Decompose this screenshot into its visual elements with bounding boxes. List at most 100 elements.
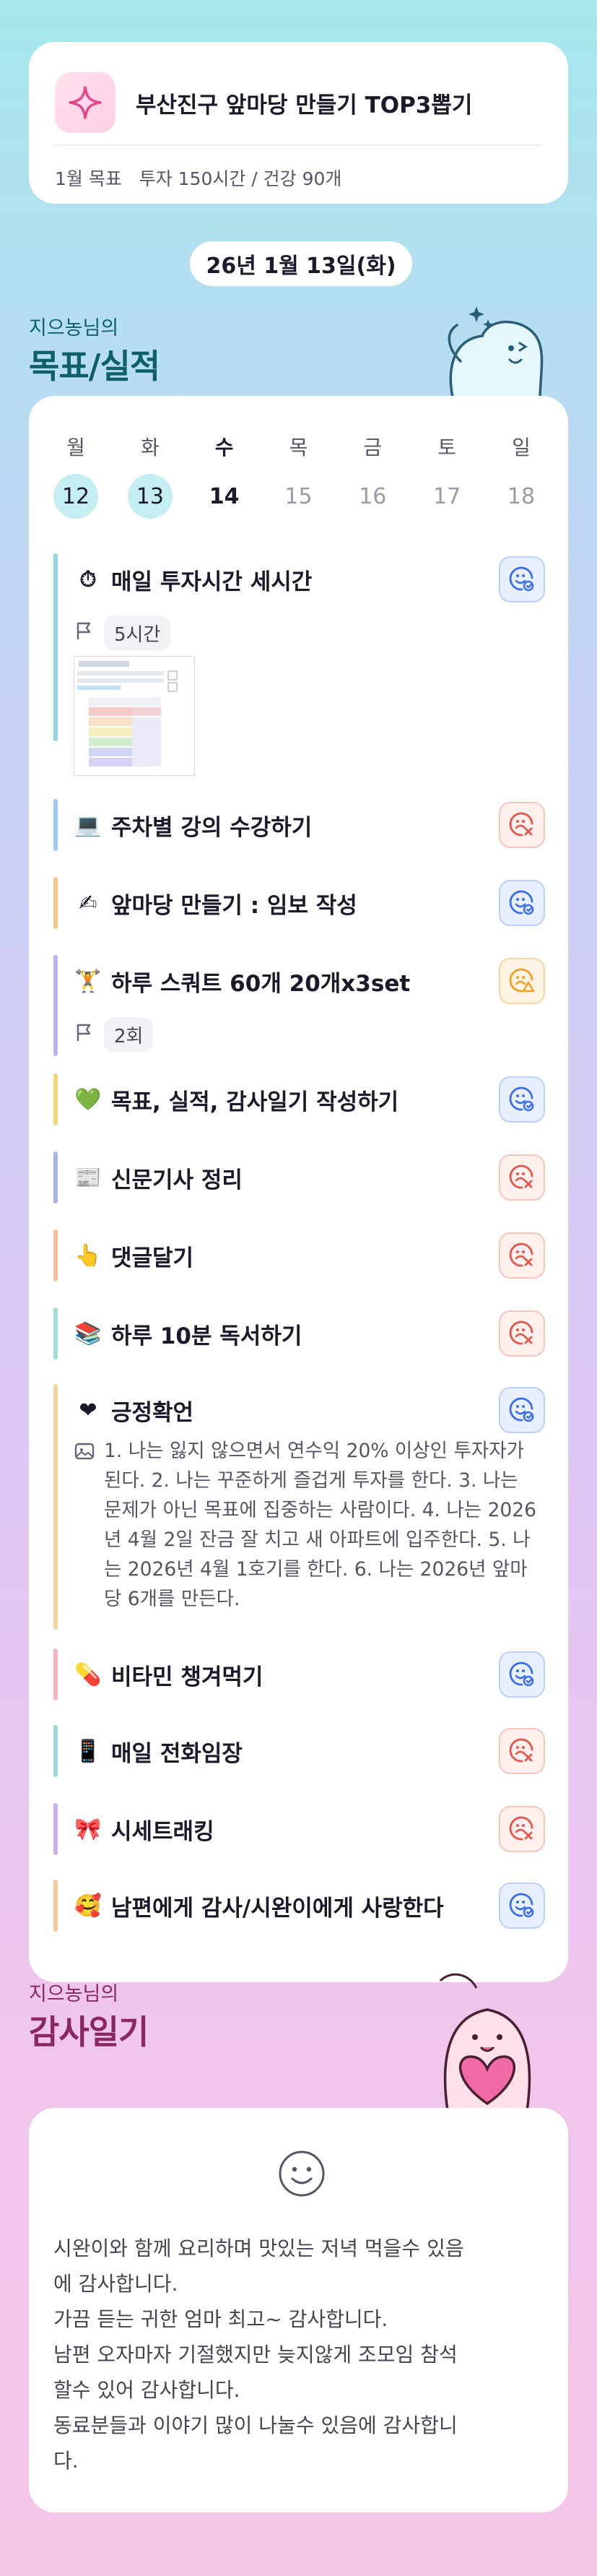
section-title: 감사일기: [29, 2013, 149, 2052]
task-title-text: 목표, 실적, 감사일기 작성하기: [111, 1089, 399, 1115]
task-color-bar: [53, 1725, 58, 1777]
task-title-text: 주차별 강의 수강하기: [111, 815, 313, 841]
attached-image-thumbnail[interactable]: [74, 656, 195, 776]
task-item[interactable]: 👆 댓글달기: [53, 1229, 546, 1281]
task-title-text: 매일 전화임장: [111, 1741, 243, 1767]
task-item[interactable]: 🎀 시세트래킹: [53, 1803, 546, 1855]
task-emoji-icon: ❤: [79, 1398, 97, 1423]
day-name: 금: [363, 436, 383, 459]
task-item[interactable]: 🏋 하루 스쿼트 60개 20개x3set 2회: [53, 955, 546, 1056]
status-complete-icon[interactable]: [499, 880, 545, 926]
week-day[interactable]: 목 15: [273, 432, 323, 519]
task-emoji-icon: 📱: [74, 1739, 102, 1764]
thanks-line: 시완이와 함께 요리하며 맛있는 저녁 먹을수 있음: [53, 2236, 464, 2260]
task-item[interactable]: 💊 비타민 챙겨먹기: [53, 1648, 546, 1700]
task-title-text: 하루 스쿼트 60개 20개x3set: [111, 971, 411, 997]
task-emoji-icon: 🥰: [74, 1893, 102, 1919]
status-partial-icon[interactable]: [499, 958, 545, 1004]
day-date: 14: [209, 483, 240, 509]
flag-icon: [74, 620, 95, 647]
task-title-text: 하루 10분 독서하기: [111, 1323, 302, 1349]
status-failed-icon[interactable]: [499, 1728, 545, 1774]
task-title: ❤ 긍정확언: [74, 1394, 193, 1427]
task-color-bar: [53, 799, 58, 851]
sparkle-icon: [55, 72, 116, 133]
task-color-bar: [53, 1308, 58, 1360]
thanks-line: 남편 오자마자 기절했지만 늦지않게 조모임 참석: [53, 2343, 458, 2367]
task-item[interactable]: 📰 신문기사 정리: [53, 1151, 546, 1203]
status-complete-icon[interactable]: [499, 1883, 545, 1929]
task-emoji-icon: 📚: [74, 1321, 102, 1347]
task-memo: 1. 나는 잃지 않으면서 연수익 20% 이상인 투자자가 된다. 2. 나는…: [74, 1436, 539, 1614]
task-emoji-icon: 🎀: [74, 1817, 102, 1842]
task-title-text: 비타민 챙겨먹기: [111, 1664, 263, 1690]
thanks-line: 다.: [53, 2449, 79, 2473]
task-title: 💻 주차별 강의 수강하기: [74, 809, 312, 842]
task-title: 💊 비타민 챙겨먹기: [74, 1659, 263, 1691]
status-failed-icon[interactable]: [499, 1154, 545, 1201]
task-record: 5시간: [74, 615, 171, 651]
thanks-line: 동료분들과 이야기 많이 나눌수 있음에 감사합니: [53, 2413, 458, 2437]
task-item[interactable]: 📱 매일 전화임장: [53, 1725, 546, 1777]
task-title-text: 긍정확언: [111, 1400, 194, 1426]
task-title: ✍ 앞마당 만들기 : 임보 작성: [74, 887, 357, 920]
task-color-bar: [53, 1880, 58, 1932]
task-title: 📱 매일 전화임장: [74, 1735, 243, 1768]
smile-face-icon[interactable]: [278, 2150, 326, 2200]
status-failed-icon[interactable]: [499, 1232, 545, 1279]
memo-text: 1. 나는 잃지 않으면서 연수익 20% 이상인 투자자가 된다. 2. 나는…: [104, 1440, 536, 1610]
task-color-bar: [53, 1151, 58, 1203]
header-row: 부산진구 앞마당 만들기 TOP3뽑기: [55, 72, 472, 133]
task-title-text: 신문기사 정리: [111, 1167, 243, 1193]
section-title: 목표/실적: [29, 347, 160, 386]
task-emoji-icon: 💊: [74, 1662, 102, 1687]
task-color-bar: [53, 1073, 58, 1125]
task-item[interactable]: 🥰 남편에게 감사/시완이에게 사랑한다: [53, 1880, 546, 1932]
task-color-bar: [53, 1803, 58, 1855]
task-item[interactable]: 💻 주차별 강의 수강하기: [53, 799, 546, 851]
thanks-line: 에 감사합니다.: [53, 2272, 178, 2296]
week-day[interactable]: 수 14: [199, 432, 250, 519]
task-title: ⏱ 매일 투자시간 세시간: [74, 563, 312, 596]
date-selector[interactable]: 26년 1월 13일(화): [190, 241, 412, 286]
task-color-bar: [53, 553, 58, 741]
header-title: 부산진구 앞마당 만들기 TOP3뽑기: [136, 92, 473, 118]
task-color-bar: [53, 877, 58, 929]
task-title-text: 남편에게 감사/시완이에게 사랑한다: [111, 1896, 444, 1922]
task-emoji-icon: 💚: [74, 1087, 102, 1112]
thanks-section-heading: 지으농님의 감사일기: [29, 1978, 149, 2054]
status-failed-icon[interactable]: [499, 1806, 545, 1852]
week-day[interactable]: 화 13: [125, 432, 175, 519]
owner-line: 지으농님의: [29, 317, 119, 340]
thanks-line: 할수 있어 감사합니다.: [53, 2378, 240, 2402]
task-title-text: 매일 투자시간 세시간: [111, 569, 313, 595]
status-failed-icon[interactable]: [499, 1310, 545, 1357]
day-name: 화: [140, 436, 160, 459]
task-item[interactable]: ❤ 긍정확언 1. 나는 잃지 않으면서 연수익 20% 이상인 투자자가 된다. …: [53, 1384, 546, 1630]
task-title: 👆 댓글달기: [74, 1240, 193, 1272]
week-day[interactable]: 일 18: [496, 432, 546, 519]
status-complete-icon[interactable]: [499, 1387, 545, 1433]
task-item[interactable]: ✍ 앞마당 만들기 : 임보 작성: [53, 877, 546, 929]
status-failed-icon[interactable]: [499, 802, 545, 848]
task-title: 💚 목표, 실적, 감사일기 작성하기: [74, 1084, 398, 1116]
task-item[interactable]: ⏱ 매일 투자시간 세시간 5시간: [53, 553, 546, 776]
task-emoji-icon: 🏋: [74, 969, 102, 994]
week-day[interactable]: 월 12: [51, 432, 101, 519]
task-item[interactable]: 📚 하루 10분 독서하기: [53, 1308, 546, 1360]
status-complete-icon[interactable]: [499, 1076, 545, 1123]
goal-header-card[interactable]: 부산진구 앞마당 만들기 TOP3뽑기 1월 목표 투자 150시간 / 건강 …: [29, 42, 568, 204]
task-title: 🏋 하루 스쿼트 60개 20개x3set: [74, 965, 410, 998]
week-day[interactable]: 토 17: [422, 432, 472, 519]
task-title-text: 시세트래킹: [111, 1819, 214, 1845]
status-complete-icon[interactable]: [499, 1651, 545, 1698]
week-day[interactable]: 금 16: [347, 432, 398, 519]
task-item[interactable]: 💚 목표, 실적, 감사일기 작성하기: [53, 1073, 546, 1125]
mascot-illustration: [432, 303, 554, 404]
week-strip: 월 12 화 13 수 14 목 15 금 16 토 17 일 18: [51, 432, 546, 519]
task-title: 📰 신문기사 정리: [74, 1162, 243, 1194]
goals-card: 월 12 화 13 수 14 목 15 금 16 토 17 일 18 ⏱ 매일 투자시간 세시간 5시간 💻 주차…: [29, 396, 568, 1982]
mascot-heart-illustration: [426, 1966, 549, 2114]
record-value: 5시간: [104, 615, 171, 651]
status-complete-icon[interactable]: [499, 556, 545, 602]
